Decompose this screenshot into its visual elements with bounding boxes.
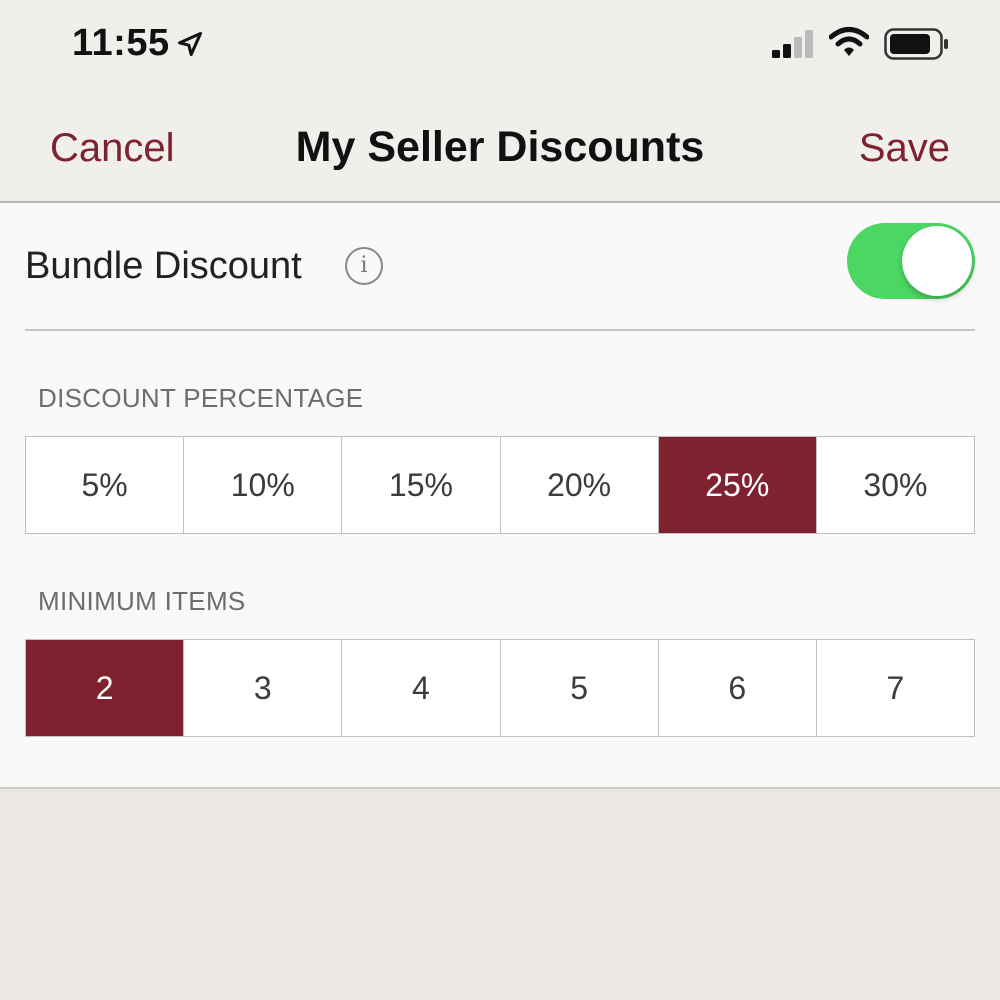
min-items-option-4[interactable]: 4 <box>341 640 500 736</box>
minimum-items-heading: MINIMUM ITEMS <box>38 586 246 616</box>
toggle-knob <box>902 226 972 296</box>
discount-percentage-heading: DISCOUNT PERCENTAGE <box>38 383 364 413</box>
minimum-items-selector: 2 3 4 5 6 7 <box>25 639 975 737</box>
save-button[interactable]: Save <box>859 126 950 171</box>
cellular-signal-icon <box>772 30 813 58</box>
min-items-option-3[interactable]: 3 <box>183 640 342 736</box>
min-items-option-5[interactable]: 5 <box>499 640 658 736</box>
bundle-discount-toggle[interactable] <box>847 223 975 299</box>
min-items-option-7[interactable]: 7 <box>815 640 975 736</box>
battery-icon <box>884 28 948 60</box>
page-title: My Seller Discounts <box>295 123 705 171</box>
discount-option-10[interactable]: 10% <box>183 437 342 533</box>
info-icon[interactable]: i <box>345 247 383 285</box>
wifi-icon <box>829 27 869 56</box>
discount-option-20[interactable]: 20% <box>499 437 658 533</box>
discount-option-30[interactable]: 30% <box>815 437 975 533</box>
status-time: 11:55 <box>72 22 170 64</box>
min-items-option-6[interactable]: 6 <box>657 640 816 736</box>
status-bar: 11:55 <box>0 0 1000 90</box>
bundle-discount-row: Bundle Discount i <box>25 203 975 331</box>
location-arrow-icon <box>177 31 203 57</box>
discount-option-25[interactable]: 25% <box>657 437 816 533</box>
discount-percentage-selector: 5% 10% 15% 20% 25% 30% <box>25 436 975 534</box>
bundle-discount-label: Bundle Discount <box>25 245 302 287</box>
discount-option-15[interactable]: 15% <box>341 437 500 533</box>
discount-settings-panel: Bundle Discount i DISCOUNT PERCENTAGE 5%… <box>0 203 1000 789</box>
navigation-bar: Cancel My Seller Discounts Save <box>0 90 1000 203</box>
discount-option-5[interactable]: 5% <box>26 437 184 533</box>
min-items-option-2[interactable]: 2 <box>26 640 184 736</box>
